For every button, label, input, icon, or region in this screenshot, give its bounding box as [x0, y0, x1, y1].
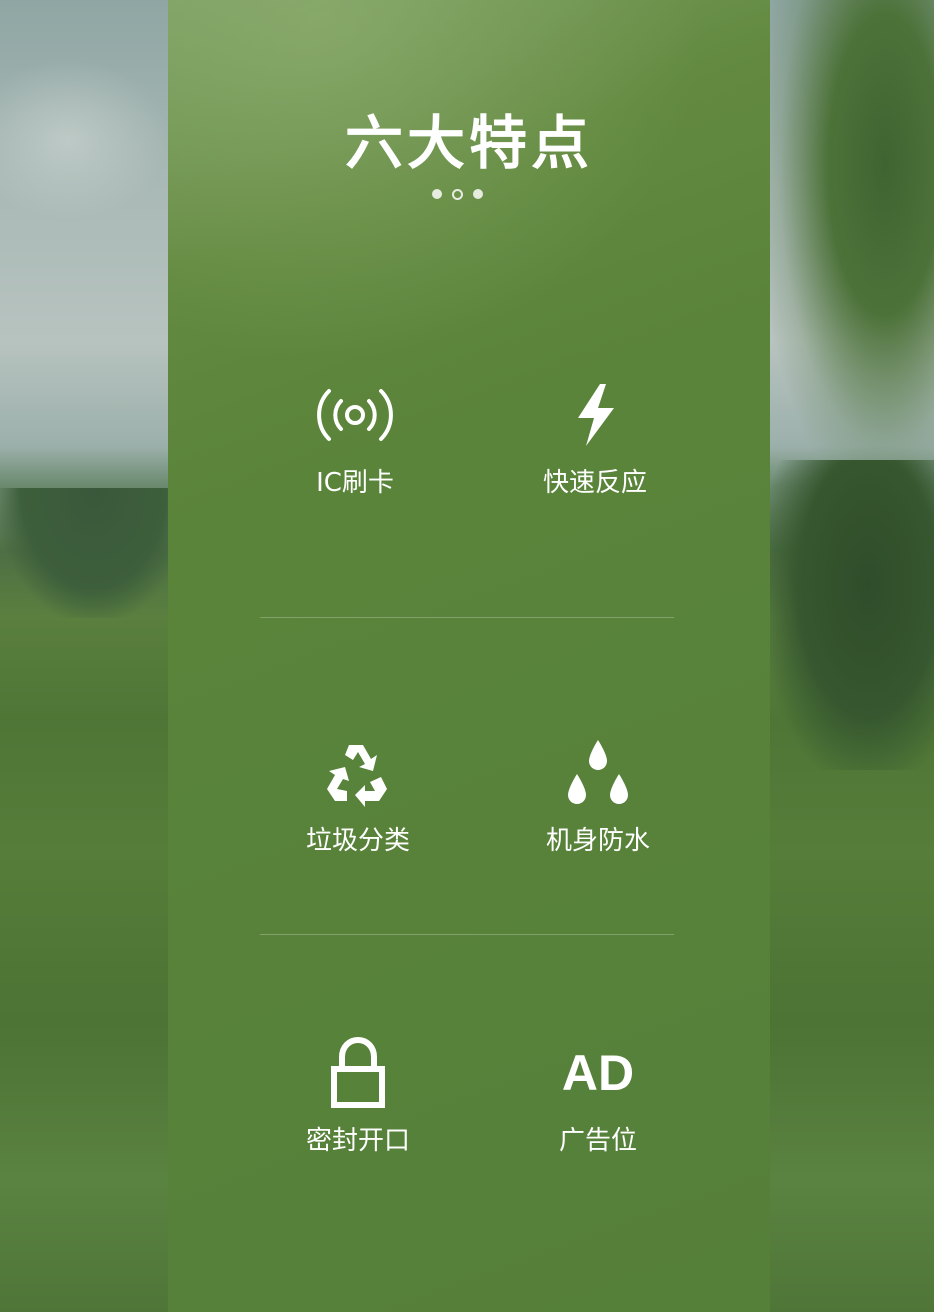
feature-label: 垃圾分类 — [305, 826, 410, 856]
feature-label: 快速反应 — [542, 468, 647, 498]
feature-ad-space: AD 广告位 — [498, 1038, 698, 1157]
ad-icon-text: AD — [561, 1045, 635, 1101]
feature-waste-sorting: 垃圾分类 — [258, 738, 458, 857]
feature-label: IC刷卡 — [316, 468, 394, 498]
dot-3 — [473, 189, 483, 199]
recycle-icon — [258, 738, 458, 808]
features-panel: 六大特点 IC刷卡 快速反应 垃圾分类 机身防水 密封开口 AD 广告位 — [168, 0, 770, 1312]
padlock-icon — [258, 1037, 458, 1108]
feature-ic-card: IC刷卡 — [255, 380, 455, 499]
ad-icon: AD — [498, 1038, 698, 1108]
feature-label: 机身防水 — [545, 826, 650, 856]
dots-indicator — [432, 187, 492, 201]
background-clouds — [0, 60, 170, 220]
water-drops-icon — [498, 738, 698, 808]
lightning-bolt-icon — [495, 380, 695, 450]
page-title: 六大特点 — [344, 109, 593, 177]
divider-2 — [260, 934, 674, 935]
feature-fast-response: 快速反应 — [495, 380, 695, 499]
divider-1 — [260, 617, 674, 618]
dot-1 — [432, 189, 442, 199]
dot-2 — [452, 188, 463, 200]
background-hill-left — [0, 488, 170, 618]
feature-label: 广告位 — [558, 1126, 637, 1156]
background-tree — [770, 0, 934, 470]
feature-sealed-opening: 密封开口 — [258, 1037, 458, 1157]
rfid-signal-icon — [255, 380, 455, 450]
feature-waterproof: 机身防水 — [498, 738, 698, 857]
panel-glow — [168, 0, 770, 420]
background-hill-right — [770, 460, 934, 770]
feature-label: 密封开口 — [305, 1126, 410, 1156]
